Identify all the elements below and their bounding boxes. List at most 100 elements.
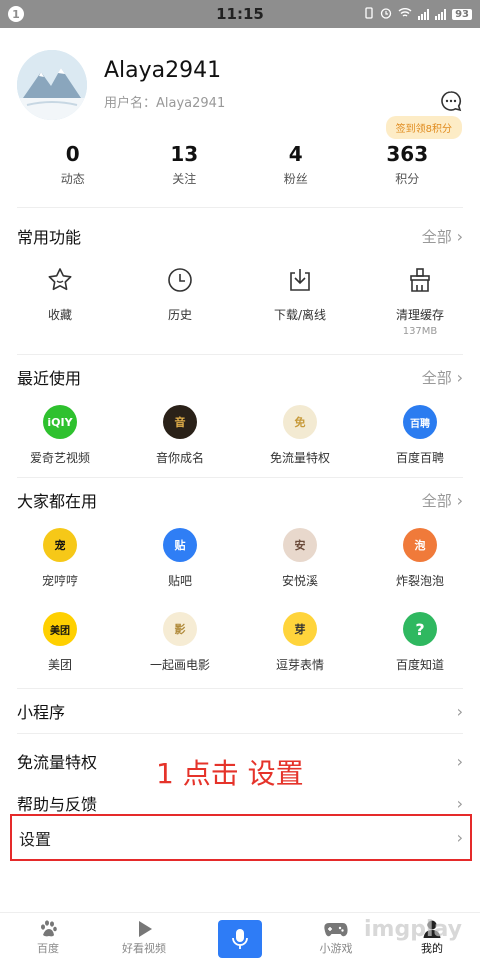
- download-item[interactable]: 下载/离线: [240, 264, 360, 348]
- wifi-icon: [398, 7, 412, 21]
- recent-app-item[interactable]: 免免流量特权: [240, 405, 360, 477]
- popular-more-link[interactable]: 全部 ›: [422, 490, 463, 511]
- recent-grid: iQIY 爱奇艺视频 音音你成名 免免流量特权 百聘百度百聘: [0, 399, 480, 477]
- play-icon: [132, 918, 156, 940]
- settings-row[interactable]: 设置 ›: [10, 814, 472, 861]
- popular-app-item[interactable]: 安安悦溪: [240, 528, 360, 604]
- stat-label: 粉丝: [283, 172, 308, 186]
- row-label: 帮助与反馈: [17, 795, 98, 814]
- stat-following[interactable]: 13 关注: [129, 138, 241, 207]
- microphone-icon: [218, 920, 262, 958]
- clear-cache-item[interactable]: 清理缓存 137MB: [360, 264, 480, 348]
- item-label: 炸裂泡泡: [395, 574, 444, 588]
- chevron-right-icon: ›: [456, 793, 463, 813]
- popular-app-item[interactable]: 影一起画电影: [120, 612, 240, 686]
- popular-app-item[interactable]: 贴贴吧: [120, 528, 240, 604]
- row-label: 小程序: [17, 703, 66, 722]
- stat-value: 13: [170, 142, 199, 166]
- recent-more-link[interactable]: 全部 ›: [422, 367, 463, 388]
- clock-icon: [164, 264, 196, 296]
- username-subtitle: 用户名：Alaya2941: [104, 96, 226, 111]
- meituan-icon: 美团: [43, 612, 77, 646]
- popular-header: 大家都在用 全部 ›: [0, 478, 480, 522]
- item-label: 爱奇艺视频: [29, 451, 90, 465]
- common-functions-more-link[interactable]: 全部 ›: [422, 226, 463, 247]
- stat-posts[interactable]: 0 动态: [17, 138, 129, 207]
- item-label: 收藏: [47, 308, 72, 322]
- tieba-icon: 贴: [163, 528, 197, 562]
- popular-app-item[interactable]: ? 百度知道: [360, 612, 480, 686]
- chevron-right-icon: ›: [456, 226, 463, 246]
- stat-value: 4: [288, 142, 303, 166]
- chevron-right-icon: ›: [456, 751, 463, 771]
- signin-badge[interactable]: 签到领8积分: [385, 116, 462, 139]
- tutorial-annotation: 1 点击 设置: [156, 757, 304, 790]
- notification-badge: 1: [8, 6, 24, 22]
- chevron-right-icon: ›: [456, 490, 463, 510]
- vibrate-icon: [364, 6, 374, 22]
- item-label: 历史: [167, 308, 192, 322]
- more-label: 全部: [421, 368, 452, 387]
- item-label: 清理缓存: [395, 308, 444, 322]
- stat-label: 积分: [395, 172, 420, 186]
- signal-icon: [418, 8, 430, 20]
- item-label: 宠哼哼: [41, 574, 78, 588]
- recent-app-item[interactable]: 百聘 百度百聘: [360, 405, 480, 477]
- popular-app-item[interactable]: 芽逗芽表情: [240, 612, 360, 686]
- stat-label: 动态: [60, 172, 85, 186]
- avatar-icon: 安: [283, 528, 317, 562]
- popular-app-item[interactable]: 泡炸裂泡泡: [360, 528, 480, 604]
- baipin-icon: 百聘: [403, 405, 437, 439]
- common-functions-header: 常用功能 全部 ›: [0, 214, 480, 258]
- chevron-right-icon: ›: [456, 367, 463, 387]
- stat-points[interactable]: 363 积分: [352, 138, 464, 207]
- popular-grid-row-2: 美团 美团 影一起画电影 芽逗芽表情 ? 百度知道: [0, 604, 480, 686]
- broom-icon: [404, 264, 436, 296]
- watermark: imgplay: [363, 917, 462, 942]
- item-label: 免流量特权: [269, 451, 330, 465]
- popular-app-item[interactable]: 美团 美团: [0, 612, 120, 686]
- battery-indicator: 93: [452, 8, 472, 20]
- history-item[interactable]: 历史: [120, 264, 240, 348]
- chat-bubble-icon[interactable]: [440, 90, 462, 112]
- recent-header: 最近使用 全部 ›: [0, 355, 480, 399]
- item-label: 逗芽表情: [275, 658, 324, 672]
- more-label: 全部: [421, 227, 452, 246]
- section-title: 最近使用: [17, 369, 82, 388]
- item-label: 音你成名: [155, 451, 204, 465]
- pet-icon: 宠: [43, 528, 77, 562]
- item-label: 美团: [47, 658, 72, 672]
- download-icon: [284, 264, 316, 296]
- iqiyi-icon: iQIY: [43, 405, 77, 439]
- username[interactable]: Alaya2941: [104, 58, 221, 83]
- stat-followers[interactable]: 4 粉丝: [240, 138, 352, 207]
- item-label: 安悦溪: [281, 574, 318, 588]
- popular-grid-row-1: 宠宠哼哼 贴贴吧 安安悦溪 泡炸裂泡泡: [0, 522, 480, 604]
- stat-label: 关注: [172, 172, 197, 186]
- row-label: 设置: [19, 829, 52, 849]
- duck-icon: 芽: [283, 612, 317, 646]
- mini-program-row[interactable]: 小程序 ›: [0, 689, 480, 733]
- bubble-icon: 泡: [403, 528, 437, 562]
- nav-label: 小游戏: [319, 941, 353, 955]
- avatar[interactable]: [17, 50, 87, 120]
- more-label: 全部: [421, 491, 452, 510]
- chevron-right-icon: ›: [456, 701, 463, 721]
- stat-value: 363: [386, 142, 429, 166]
- popular-app-item[interactable]: 宠宠哼哼: [0, 528, 120, 604]
- film-icon: 影: [163, 612, 197, 646]
- free-traffic-icon: 免: [283, 405, 317, 439]
- nav-label: 好看视频: [122, 941, 166, 955]
- recent-app-item[interactable]: iQIY 爱奇艺视频: [0, 405, 120, 477]
- nav-label: 百度: [37, 941, 59, 955]
- nav-haokan-video[interactable]: 好看视频: [96, 913, 192, 960]
- section-title: 大家都在用: [17, 492, 98, 511]
- recent-app-item[interactable]: 音音你成名: [120, 405, 240, 477]
- cache-size: 137MB: [402, 326, 438, 337]
- nav-baidu[interactable]: 百度: [0, 913, 96, 960]
- item-label: 下载/离线: [273, 308, 327, 322]
- item-label: 百度知道: [395, 658, 444, 672]
- nav-voice[interactable]: [192, 913, 288, 960]
- favorites-item[interactable]: 收藏: [0, 264, 120, 348]
- item-label: 百度百聘: [395, 451, 444, 465]
